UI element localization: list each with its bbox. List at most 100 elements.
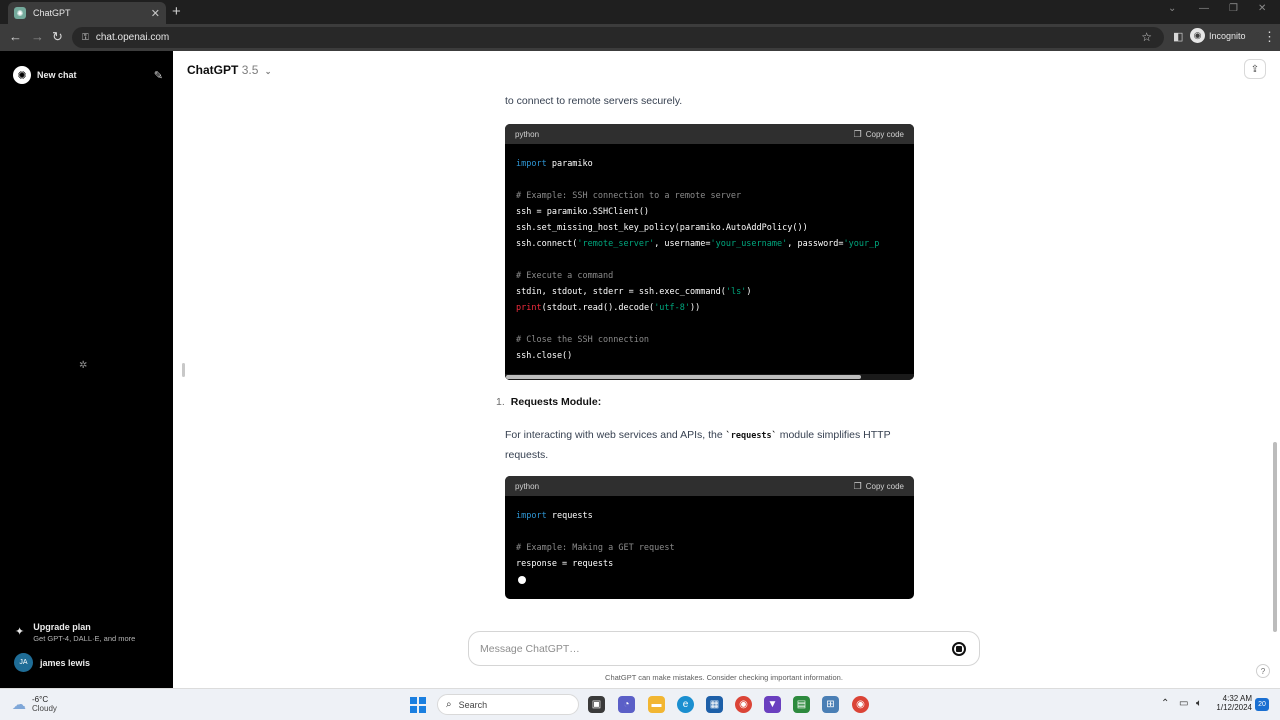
- incognito-label: Incognito: [1209, 30, 1246, 41]
- avatar: JA: [14, 653, 33, 672]
- inline-code: `requests`: [725, 431, 777, 441]
- code-string: 'utf-8': [654, 303, 691, 313]
- side-panel-icon[interactable]: ◧: [1173, 30, 1183, 44]
- code-body: import paramiko ​ # Example: SSH connect…: [505, 144, 914, 364]
- new-chat-label: New chat: [37, 70, 77, 80]
- windows-start-icon[interactable]: [410, 697, 426, 713]
- taskbar: ☁ -6°C Cloudy ⌕ Search ▣ ◔ ▬ e ▦ ◉ ▼ ▤ ⊞…: [0, 688, 1280, 720]
- upgrade-subtitle: Get GPT-4, DALL·E, and more: [33, 634, 136, 643]
- upgrade-plan-button[interactable]: ✦ Upgrade plan Get GPT-4, DALL·E, and mo…: [15, 622, 165, 643]
- search-icon: ⌕: [446, 699, 452, 710]
- model-selector[interactable]: ChatGPT 3.5 ⌄: [187, 63, 271, 77]
- code-comment: # Example: Making a GET request: [516, 543, 675, 553]
- minimize-icon[interactable]: —: [1199, 3, 1209, 14]
- volume-icon[interactable]: 🔈︎: [1196, 698, 1202, 709]
- code-line: response = requests: [516, 559, 614, 569]
- forward-icon[interactable]: →: [31, 30, 44, 44]
- task-view-icon[interactable]: ▣: [588, 696, 605, 713]
- code-string: 'remote_server': [577, 239, 655, 249]
- file-explorer-icon[interactable]: ▬: [648, 696, 665, 713]
- site-info-icon[interactable]: ⚿: [82, 32, 89, 43]
- requests-text-a: For interacting with web services and AP…: [505, 429, 726, 441]
- new-chat-button[interactable]: ✺ New chat ✎: [13, 65, 163, 85]
- new-tab-button[interactable]: +: [172, 3, 181, 20]
- share-button[interactable]: ⇪: [1244, 59, 1266, 79]
- list-number: 1.: [496, 396, 505, 408]
- store-icon[interactable]: ▦: [706, 696, 723, 713]
- scrollbar-thumb[interactable]: [506, 375, 861, 379]
- vpn-app-icon[interactable]: ▼: [764, 696, 781, 713]
- weather-condition: Cloudy: [32, 704, 57, 713]
- help-button[interactable]: ?: [1256, 664, 1270, 678]
- temperature: -6°C: [32, 695, 49, 704]
- network-app-icon[interactable]: ⊞: [822, 696, 839, 713]
- chat-app-icon[interactable]: ◔: [618, 696, 635, 713]
- code-block-paramiko: python ❐ Copy code import paramiko ​ # E…: [505, 124, 914, 380]
- message-input[interactable]: Message ChatGPT…: [468, 631, 980, 666]
- code-token: (stdout.read().decode(: [541, 303, 655, 313]
- code-string: 'ls': [725, 287, 747, 297]
- code-block-header: python ❐ Copy code: [505, 476, 914, 496]
- chatgpt-favicon-icon: ✺: [14, 7, 26, 19]
- bookmark-star-icon[interactable]: ☆: [1141, 30, 1152, 44]
- cloud-icon: ☁: [12, 695, 26, 712]
- openai-logo-icon: ✺: [13, 66, 31, 84]
- code-comment: # Close the SSH connection: [516, 335, 650, 345]
- loading-spinner-icon: ✲: [79, 360, 88, 371]
- close-window-icon[interactable]: ✕: [1258, 3, 1266, 14]
- sparkle-icon: ✦: [15, 626, 25, 638]
- browser-toolbar: ← → ↻ ⚿ chat.openai.com ☆ ◧ ◉ Incognito …: [0, 24, 1280, 51]
- clipboard-icon: ❐: [853, 480, 862, 491]
- chrome-active-icon[interactable]: ◉: [852, 696, 869, 713]
- tab-search-chevron-icon[interactable]: ⌄: [1168, 3, 1176, 14]
- reload-icon[interactable]: ↻: [52, 30, 63, 44]
- message-text-intro: to connect to remote servers securely.: [505, 95, 683, 107]
- code-block-requests: python ❐ Copy code import requests ​ # E…: [505, 476, 914, 599]
- weather-widget[interactable]: ☁ -6°C Cloudy: [12, 695, 57, 713]
- code-horizontal-scrollbar[interactable]: [505, 374, 914, 380]
- copy-code-button[interactable]: ❐ Copy code: [854, 481, 904, 492]
- compose-icon[interactable]: ✎: [154, 69, 163, 82]
- code-block-header: python ❐ Copy code: [505, 124, 914, 144]
- sidebar-collapse-handle[interactable]: [182, 363, 185, 377]
- user-menu[interactable]: JA james lewis: [14, 653, 90, 672]
- code-comment: # Execute a command: [516, 271, 614, 281]
- back-icon[interactable]: ←: [9, 30, 22, 44]
- code-token: import: [516, 511, 547, 521]
- code-token: stdin, stdout, stderr = ssh.exec_command…: [516, 287, 726, 297]
- upgrade-title: Upgrade plan: [33, 622, 91, 632]
- taskbar-search[interactable]: ⌕ Search: [437, 694, 579, 715]
- tray-overflow-icon[interactable]: ⌃: [1161, 698, 1169, 709]
- code-token: requests: [546, 511, 593, 521]
- address-bar[interactable]: ⚿ chat.openai.com ☆: [72, 27, 1164, 48]
- list-item: 1. Requests Module:: [496, 396, 601, 408]
- code-token: , username=: [654, 239, 711, 249]
- stop-generating-button[interactable]: [952, 642, 966, 656]
- code-string: 'your_username': [710, 239, 788, 249]
- code-token: paramiko: [546, 159, 593, 169]
- user-name: james lewis: [40, 657, 91, 668]
- edge-browser-icon[interactable]: e: [677, 696, 694, 713]
- system-clock[interactable]: 4:32 AM 1/12/2024: [1212, 694, 1252, 712]
- code-token: ): [746, 287, 752, 297]
- maximize-icon[interactable]: ❐: [1229, 3, 1238, 14]
- disclaimer: ChatGPT can make mistakes. Consider chec…: [605, 673, 843, 682]
- chrome-icon[interactable]: ◉: [735, 696, 752, 713]
- close-tab-icon[interactable]: ✕: [151, 7, 160, 20]
- browser-tab-chatgpt[interactable]: ✺ ChatGPT ✕: [8, 2, 166, 24]
- sidebar: ✺ New chat ✎ ✲ ✦ Upgrade plan Get GPT-4,…: [0, 51, 173, 688]
- code-comment: # Example: SSH connection to a remote se…: [516, 191, 742, 201]
- copy-code-button[interactable]: ❐ Copy code: [854, 129, 904, 140]
- copy-code-label: Copy code: [865, 129, 904, 139]
- notification-badge[interactable]: 20: [1255, 698, 1269, 711]
- incognito-indicator[interactable]: ◉ Incognito: [1190, 28, 1246, 43]
- spreadsheet-app-icon[interactable]: ▤: [793, 696, 810, 713]
- clock-time: 4:32 AM: [1222, 694, 1252, 703]
- network-icon[interactable]: ▭: [1179, 698, 1188, 709]
- page-scrollbar[interactable]: [1273, 442, 1277, 632]
- message-text-requests: For interacting with web services and AP…: [505, 426, 914, 465]
- copy-code-label: Copy code: [865, 481, 904, 491]
- share-icon: ⇪: [1250, 63, 1260, 75]
- browser-menu-icon[interactable]: ⋮: [1263, 30, 1276, 44]
- code-language: python: [515, 481, 540, 491]
